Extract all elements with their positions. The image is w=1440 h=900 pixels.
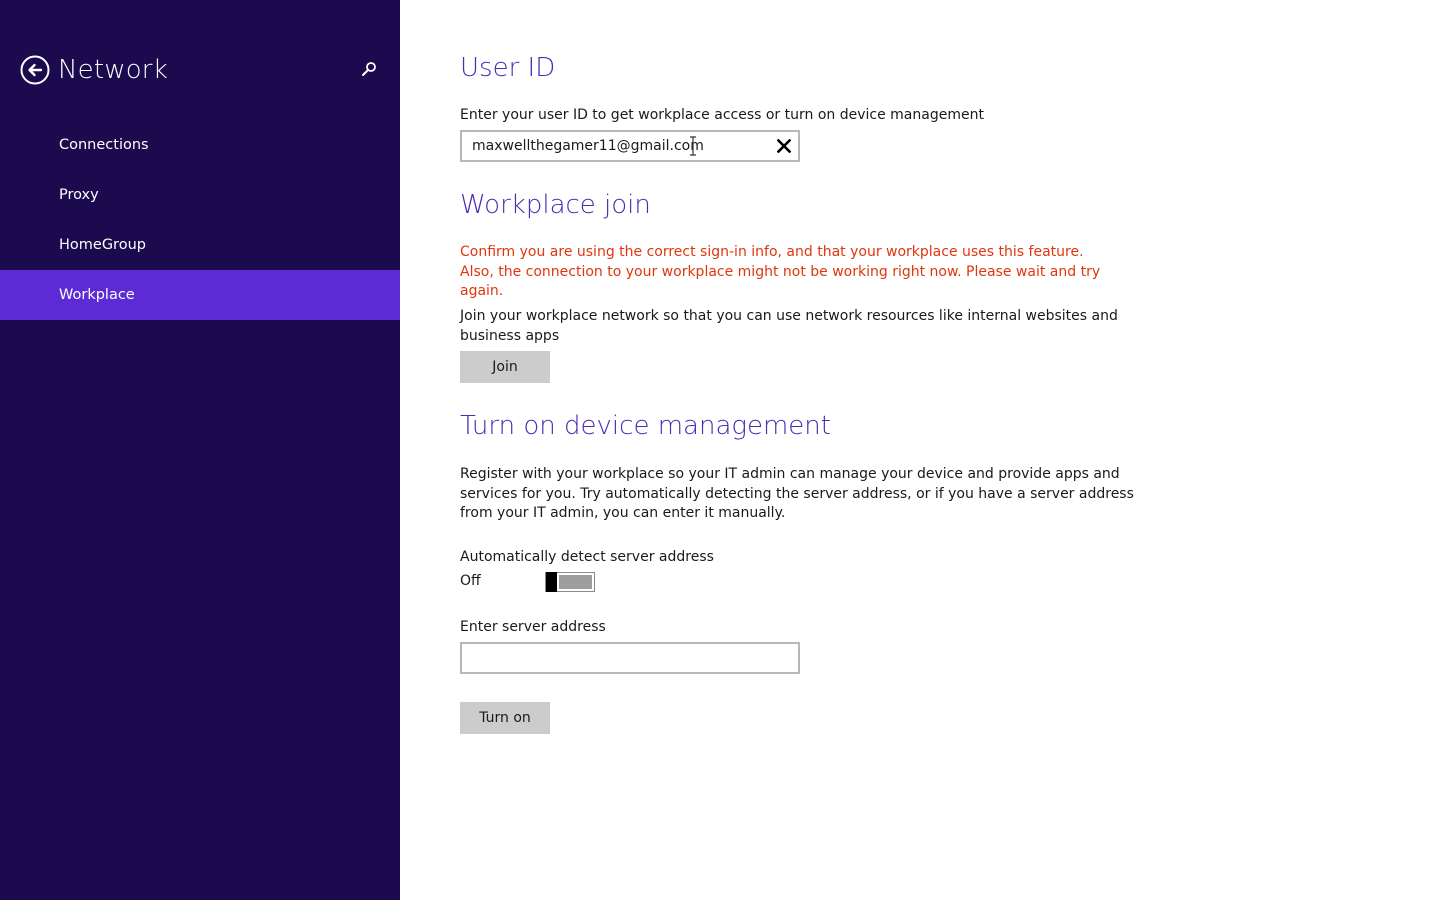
sidebar: Network Connections Proxy HomeGroup Work… — [0, 0, 400, 900]
sidebar-item-connections[interactable]: Connections — [0, 120, 400, 170]
auto-detect-toggle[interactable] — [545, 572, 595, 592]
sidebar-item-proxy[interactable]: Proxy — [0, 170, 400, 220]
description-line: business apps — [460, 327, 560, 344]
toggle-thumb — [546, 572, 557, 592]
auto-detect-label: Automatically detect server address — [460, 549, 714, 565]
back-button[interactable] — [20, 55, 50, 85]
workplace-join-description: Join your workplace network so that you … — [460, 307, 1118, 346]
server-address-input[interactable] — [462, 644, 772, 672]
device-management-description: Register with your workplace so your IT … — [460, 465, 1134, 524]
main-content: User ID Enter your user ID to get workpl… — [460, 0, 1360, 900]
search-button[interactable] — [358, 58, 380, 80]
sidebar-title: Network — [58, 55, 168, 85]
error-line: Confirm you are using the correct sign-i… — [460, 244, 1084, 260]
sidebar-item-homegroup[interactable]: HomeGroup — [0, 220, 400, 270]
workplace-join-heading: Workplace join — [460, 190, 651, 220]
sidebar-item-workplace[interactable]: Workplace — [0, 270, 400, 320]
server-address-field — [460, 642, 800, 674]
device-management-heading: Turn on device management — [460, 411, 831, 441]
error-line: again. — [460, 283, 504, 299]
user-id-heading: User ID — [460, 53, 556, 83]
join-button[interactable]: Join — [460, 351, 550, 383]
clear-button[interactable] — [774, 136, 794, 156]
description-line: services for you. Try automatically dete… — [460, 485, 1134, 502]
sidebar-item-label: Connections — [59, 137, 149, 153]
search-icon — [362, 62, 376, 76]
sidebar-header: Network — [20, 52, 380, 88]
sidebar-nav: Connections Proxy HomeGroup Workplace — [0, 120, 400, 320]
toggle-track — [559, 575, 592, 589]
back-arrow-icon — [20, 55, 50, 85]
sidebar-item-label: Proxy — [59, 187, 99, 203]
user-id-field — [460, 130, 800, 162]
sidebar-item-label: HomeGroup — [59, 237, 146, 253]
toggle-state-label: Off — [460, 573, 481, 589]
sidebar-item-label: Workplace — [59, 287, 135, 303]
user-id-description: Enter your user ID to get workplace acce… — [460, 107, 984, 123]
description-line: Join your workplace network so that you … — [460, 308, 1118, 324]
description-line: from your IT admin, you can enter it man… — [460, 505, 786, 521]
close-icon — [777, 139, 791, 153]
error-line: Also, the connection to your workplace m… — [460, 263, 1101, 280]
server-address-label: Enter server address — [460, 619, 606, 635]
user-id-input[interactable] — [462, 132, 772, 160]
turn-on-button[interactable]: Turn on — [460, 702, 550, 734]
text-cursor-icon — [690, 136, 696, 156]
description-line: Register with your workplace so your IT … — [460, 466, 1120, 482]
workplace-join-error: Confirm you are using the correct sign-i… — [460, 243, 1100, 302]
